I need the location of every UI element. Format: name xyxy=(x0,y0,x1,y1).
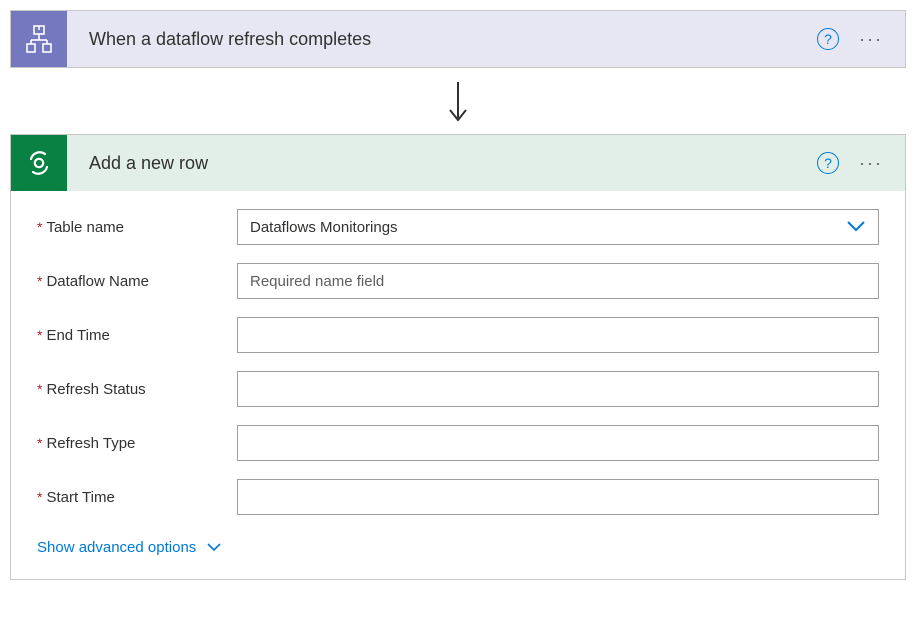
field-label: * Dataflow Name xyxy=(37,273,237,290)
ellipsis-icon[interactable]: ··· xyxy=(853,29,889,50)
trigger-card: When a dataflow refresh completes ? ··· xyxy=(10,10,906,68)
refresh-status-input[interactable] xyxy=(237,371,879,407)
required-indicator: * xyxy=(37,219,42,235)
ellipsis-icon[interactable]: ··· xyxy=(853,153,889,174)
field-label: * Refresh Status xyxy=(37,381,237,398)
label-text: End Time xyxy=(46,327,109,344)
table-name-select[interactable]: Dataflows Monitorings xyxy=(237,209,879,245)
refresh-type-input[interactable] xyxy=(237,425,879,461)
field-end-time: * End Time xyxy=(37,317,879,353)
label-text: Dataflow Name xyxy=(46,273,149,290)
field-label: * Start Time xyxy=(37,489,237,506)
label-text: Start Time xyxy=(46,489,114,506)
field-label: * Refresh Type xyxy=(37,435,237,452)
workflow-icon xyxy=(11,11,67,67)
field-label: * End Time xyxy=(37,327,237,344)
dataverse-icon xyxy=(11,135,67,191)
action-title: Add a new row xyxy=(67,153,817,174)
field-table-name: * Table name Dataflows Monitorings xyxy=(37,209,879,245)
field-refresh-status: * Refresh Status xyxy=(37,371,879,407)
show-advanced-options-link[interactable]: Show advanced options xyxy=(37,539,222,556)
action-actions: ? ··· xyxy=(817,152,889,174)
end-time-input[interactable] xyxy=(237,317,879,353)
label-text: Refresh Type xyxy=(46,435,135,452)
required-indicator: * xyxy=(37,435,42,451)
field-start-time: * Start Time xyxy=(37,479,879,515)
action-card: Add a new row ? ··· * Table name Dataflo… xyxy=(10,134,906,580)
advanced-label: Show advanced options xyxy=(37,539,196,556)
action-body: * Table name Dataflows Monitorings * Dat… xyxy=(11,191,905,579)
help-icon[interactable]: ? xyxy=(817,152,839,174)
help-icon[interactable]: ? xyxy=(817,28,839,50)
trigger-title: When a dataflow refresh completes xyxy=(67,29,817,50)
trigger-actions: ? ··· xyxy=(817,28,889,50)
flow-arrow xyxy=(10,68,906,134)
required-indicator: * xyxy=(37,327,42,343)
select-value: Dataflows Monitorings xyxy=(250,219,398,236)
start-time-input[interactable] xyxy=(237,479,879,515)
label-text: Table name xyxy=(46,219,124,236)
field-label: * Table name xyxy=(37,219,237,236)
label-text: Refresh Status xyxy=(46,381,145,398)
chevron-down-icon xyxy=(206,539,222,556)
required-indicator: * xyxy=(37,273,42,289)
field-refresh-type: * Refresh Type xyxy=(37,425,879,461)
chevron-down-icon xyxy=(846,219,866,236)
required-indicator: * xyxy=(37,381,42,397)
action-header[interactable]: Add a new row ? ··· xyxy=(11,135,905,191)
required-indicator: * xyxy=(37,489,42,505)
dataflow-name-input[interactable] xyxy=(237,263,879,299)
trigger-header[interactable]: When a dataflow refresh completes ? ··· xyxy=(11,11,905,67)
field-dataflow-name: * Dataflow Name xyxy=(37,263,879,299)
